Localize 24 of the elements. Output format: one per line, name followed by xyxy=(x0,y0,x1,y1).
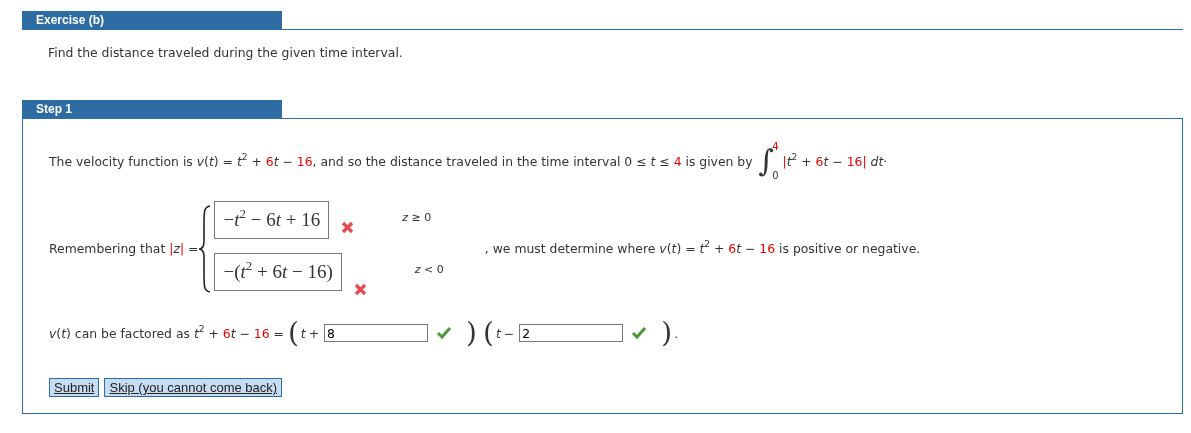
prompt-text: Find the distance traveled during the given time interval. xyxy=(47,44,404,62)
answer-box[interactable]: −t$^{2}$ − 6t + 16 xyxy=(214,201,330,239)
operator-text: + xyxy=(308,325,320,341)
parenthesis: ) xyxy=(466,318,477,348)
condition-text: z < 0 xyxy=(414,263,445,276)
parenthesis: ( xyxy=(483,318,494,348)
condition-text: z ≥ 0 xyxy=(402,211,433,224)
parenthesis: ) xyxy=(661,318,673,348)
input-field[interactable]: 8 xyxy=(324,324,429,342)
variable-text: t xyxy=(300,325,306,341)
answer-box[interactable]: −(t$^{2}$ + 6t − 16) xyxy=(214,253,342,291)
action-button[interactable]: Skip (you cannot come back) xyxy=(104,378,283,397)
section-header: Step 1 xyxy=(22,100,282,118)
input-field[interactable]: 2 xyxy=(519,324,624,342)
parenthesis: ( xyxy=(287,318,299,348)
variable-text: t xyxy=(495,325,501,341)
sentence-text: v(t) can be factored as t$^{2}$ + 6t − 16 = xyxy=(49,325,284,341)
period-text: . xyxy=(674,325,679,341)
sentence-text: , we must determine where v(t) = t$^{2}$ + 6t − 16 is positive or negative. xyxy=(484,241,921,256)
action-button[interactable]: Submit xyxy=(49,378,100,397)
operator-text: − xyxy=(503,325,515,341)
sentence-text: Remembering that |z| = xyxy=(49,241,199,256)
sentence-text: The velocity function is v(t) = t$^{2}$ + 6t − 16, and so the distance traveled in the time interval 0 ≤ t ≤ 4 is given by xyxy=(49,153,753,169)
section-header: Exercise (b) xyxy=(22,11,282,29)
